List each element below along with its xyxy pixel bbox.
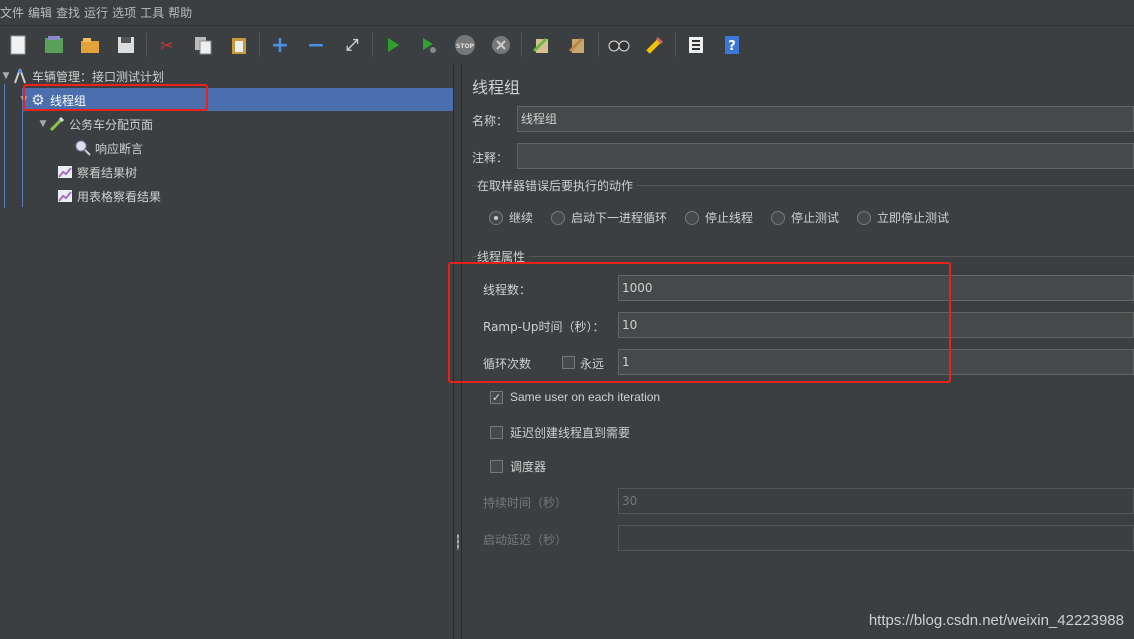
highlight-box: [23, 84, 208, 111]
duration-label: 持续时间（秒）: [483, 496, 568, 510]
radio-label: 继续: [509, 211, 534, 225]
tree-item-label: 用表格察看结果: [77, 189, 162, 204]
menu-help[interactable]: 帮助: [168, 0, 196, 26]
toolbar-separator: [146, 33, 147, 57]
tree-item-assertion[interactable]: 响应断言: [63, 137, 143, 159]
radio-button[interactable]: [551, 210, 565, 225]
start-icon[interactable]: [380, 32, 406, 58]
delay-thread-creation-checkbox[interactable]: [490, 426, 503, 439]
panel-title: 线程组: [472, 78, 521, 97]
radio-label: 立即停止测试: [877, 211, 950, 225]
chart-icon: [57, 188, 73, 204]
menu-tools[interactable]: 工具: [140, 0, 168, 26]
test-plan-tree: ▼ 车辆管理：接口测试计划 ▼ ⚙ 线程组 ▼ 公务车分配页面 响应断言 察看结…: [0, 64, 453, 639]
start-no-pause-icon[interactable]: [416, 32, 442, 58]
highlight-box: [448, 262, 951, 383]
drag-handle-icon[interactable]: [457, 534, 459, 550]
comment-label: 注释：: [472, 151, 509, 165]
toolbar-separator: [598, 33, 599, 57]
function-helper-icon[interactable]: [683, 32, 709, 58]
menu-bar: 文件 编辑 查找 运行 选项 工具 帮助: [0, 0, 1134, 26]
search-icon[interactable]: [606, 32, 632, 58]
toolbar-separator: [372, 33, 373, 57]
watermark: https://blog.csdn.net/weixin_42223988: [868, 612, 1124, 629]
open-icon[interactable]: [77, 32, 103, 58]
templates-icon[interactable]: [41, 32, 67, 58]
radio-start-next-loop[interactable]: 启动下一进程循环: [551, 209, 667, 226]
radio-button[interactable]: [685, 210, 699, 225]
toolbar-separator: [259, 33, 260, 57]
toolbar-separator: [521, 33, 522, 57]
svg-text:?: ?: [728, 39, 736, 54]
tree-item-label: 公务车分配页面: [69, 117, 154, 132]
menu-run[interactable]: 运行: [84, 0, 112, 26]
group-border: [472, 256, 1134, 257]
same-user-label: Same user on each iteration: [510, 390, 661, 404]
clear-icon[interactable]: [529, 32, 555, 58]
menu-options[interactable]: 选项: [112, 0, 140, 26]
scheduler-label: 调度器: [510, 460, 547, 474]
tree-item-view-results-tree[interactable]: 察看结果树: [45, 161, 137, 183]
radio-label: 停止测试: [791, 211, 840, 225]
toggle-icon[interactable]: ⤢: [339, 32, 365, 58]
delay-thread-creation-label: 延迟创建线程直到需要: [510, 426, 631, 440]
radio-stop-thread[interactable]: 停止线程: [685, 209, 753, 226]
radio-button[interactable]: [489, 210, 503, 225]
menu-edit[interactable]: 编辑: [28, 0, 56, 26]
tree-guide-line: [4, 84, 5, 208]
menu-search[interactable]: 查找: [56, 0, 84, 26]
tree-item-label: 察看结果树: [77, 165, 138, 180]
comment-field[interactable]: [517, 143, 1134, 169]
startup-delay-label: 启动延迟（秒）: [483, 533, 568, 547]
copy-icon[interactable]: [190, 32, 216, 58]
svg-text:STOP: STOP: [456, 43, 475, 50]
tree-item-label: 车辆管理：接口测试计划: [32, 69, 165, 84]
shutdown-icon[interactable]: [488, 32, 514, 58]
save-icon[interactable]: [113, 32, 139, 58]
same-user-checkbox[interactable]: ✓: [490, 391, 503, 404]
thread-group-panel: 线程组 名称： 线程组 注释： 在取样器错误后要执行的动作 继续 启动下一进程循…: [448, 64, 1134, 639]
expand-arrow-icon[interactable]: ▼: [37, 119, 49, 129]
chart-icon: [57, 164, 73, 180]
radio-stop-test[interactable]: 停止测试: [771, 209, 839, 226]
help-icon[interactable]: ?: [719, 32, 745, 58]
toolbar-separator: [675, 33, 676, 57]
test-plan-icon: [12, 68, 28, 84]
expand-arrow-icon[interactable]: ▼: [0, 71, 12, 81]
new-icon[interactable]: [5, 32, 31, 58]
radio-button[interactable]: [771, 210, 785, 225]
radio-continue[interactable]: 继续: [489, 209, 533, 226]
toolbar: ✂ + − ⤢ STOP ?: [0, 27, 1134, 63]
tree-item-label: 响应断言: [95, 141, 144, 156]
name-label: 名称：: [472, 114, 509, 128]
radio-stop-test-now[interactable]: 立即停止测试: [857, 209, 949, 226]
pipette-icon: [49, 116, 65, 132]
duration-field: 30: [618, 488, 1134, 514]
reset-search-icon[interactable]: [642, 32, 668, 58]
collapse-icon[interactable]: −: [303, 32, 329, 58]
magnifier-icon: [75, 140, 91, 156]
tree-item-view-results-table[interactable]: 用表格察看结果: [45, 185, 161, 207]
startup-delay-field: [618, 525, 1134, 551]
stop-icon[interactable]: STOP: [452, 32, 478, 58]
menu-file[interactable]: 文件: [0, 0, 28, 26]
clear-all-icon[interactable]: [565, 32, 591, 58]
radio-label: 启动下一进程循环: [571, 211, 668, 225]
paste-icon[interactable]: [226, 32, 252, 58]
name-field[interactable]: 线程组: [517, 106, 1134, 132]
radio-button[interactable]: [857, 210, 871, 225]
error-action-group-title: 在取样器错误后要执行的动作: [477, 177, 638, 194]
radio-label: 停止线程: [705, 211, 754, 225]
tree-guide-line: [22, 111, 23, 207]
scheduler-checkbox[interactable]: [490, 460, 503, 473]
expand-icon[interactable]: +: [267, 32, 293, 58]
tree-item-sampler[interactable]: ▼ 公务车分配页面: [37, 113, 153, 135]
cut-icon[interactable]: ✂: [154, 32, 180, 58]
